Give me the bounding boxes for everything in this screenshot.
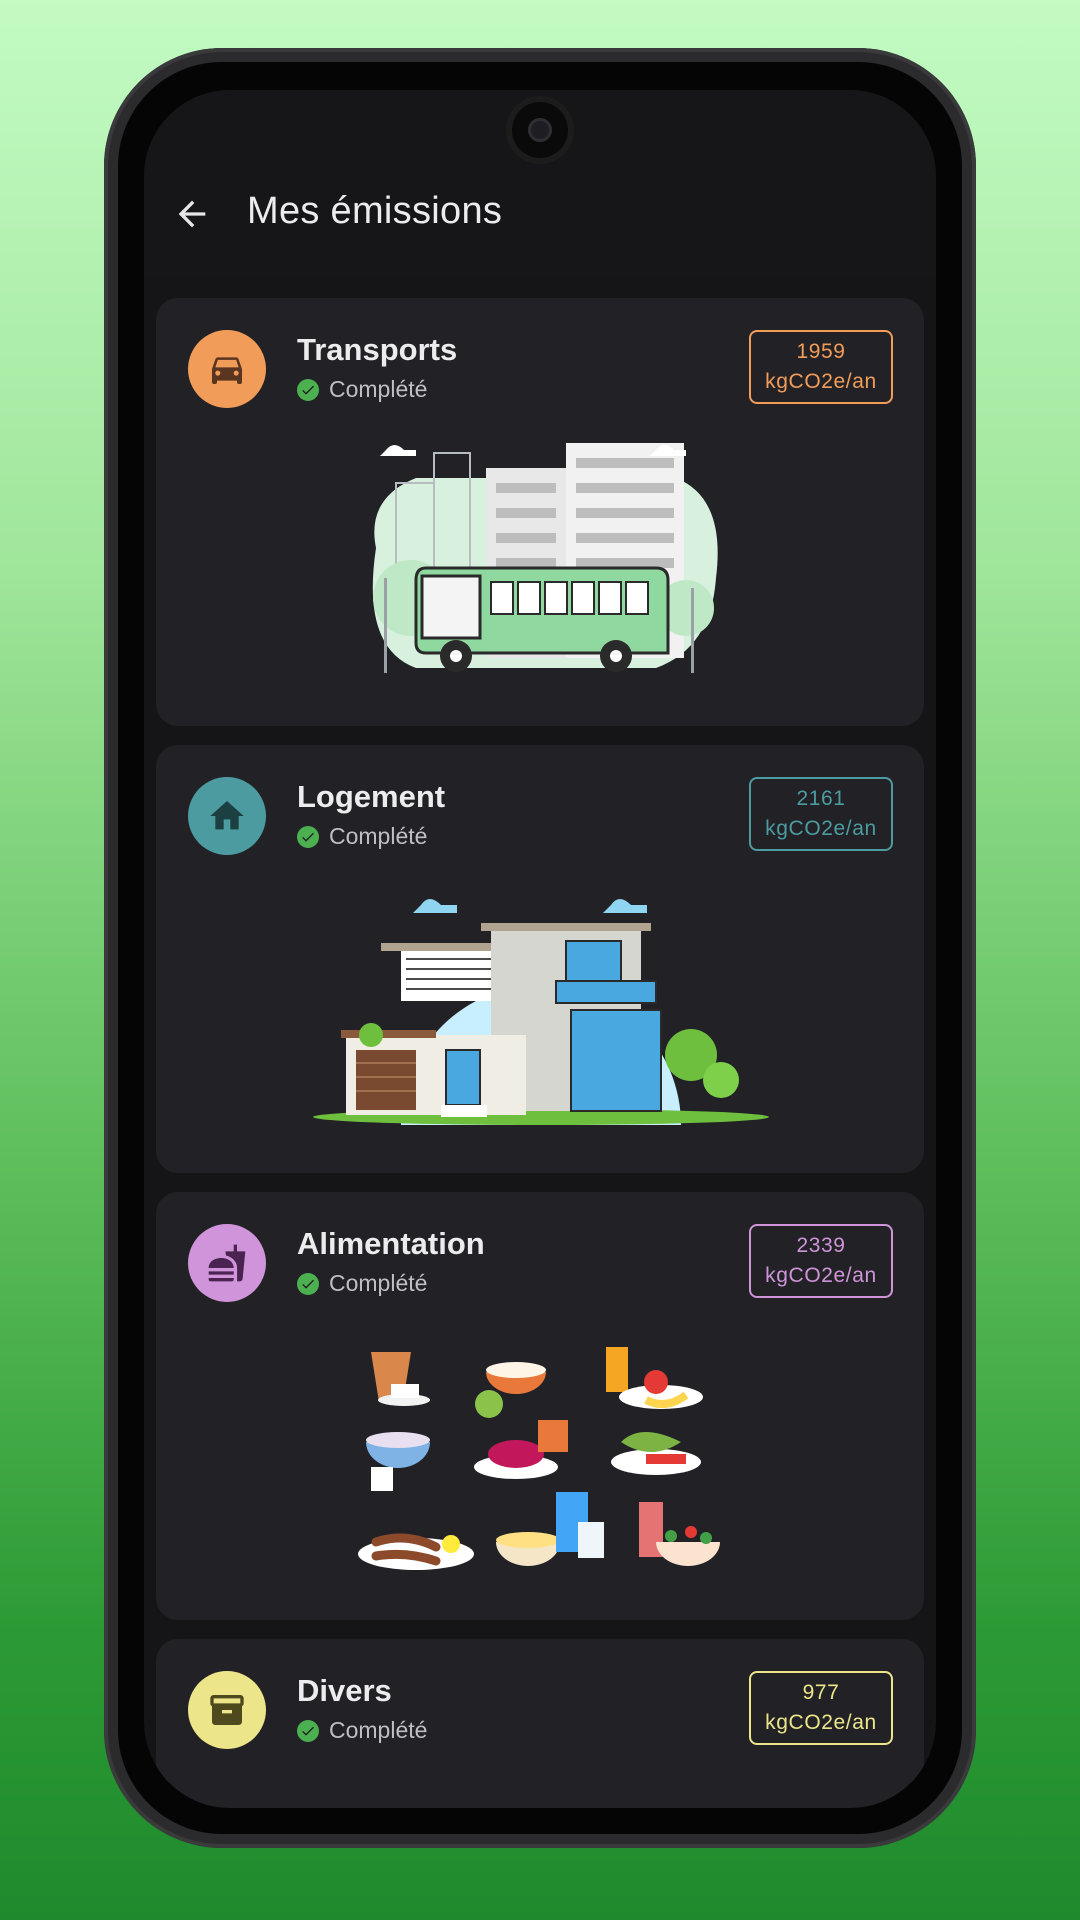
home-icon	[210, 801, 244, 830]
emission-value: 2339	[796, 1234, 846, 1257]
category-title: Alimentation	[297, 1226, 485, 1261]
category-icon-badge	[188, 777, 266, 855]
category-card-logement[interactable]: Logement Complété 2161 kgCO2e/an	[156, 745, 924, 1173]
category-title: Divers	[297, 1673, 392, 1708]
emission-unit: kgCO2e/an	[765, 1264, 877, 1287]
car-icon	[212, 357, 242, 384]
category-card-divers[interactable]: Divers Complété 977 kgCO2e/an	[156, 1639, 924, 1808]
food-illustration	[358, 1347, 720, 1570]
emission-value-badge: 977 kgCO2e/an	[749, 1671, 893, 1745]
page-title: Mes émissions	[247, 190, 503, 232]
status-label: Complété	[329, 823, 428, 849]
back-button[interactable]	[168, 194, 216, 242]
emission-value: 977	[802, 1681, 840, 1704]
status-label: Complété	[329, 1270, 428, 1296]
status-label: Complété	[329, 376, 428, 402]
status-label: Complété	[329, 1717, 428, 1743]
fastfood-icon	[208, 1244, 246, 1282]
category-icon-badge	[188, 330, 266, 408]
emission-unit: kgCO2e/an	[765, 1711, 877, 1734]
emission-value-badge: 1959 kgCO2e/an	[749, 330, 893, 404]
status-row: Complété	[297, 823, 427, 850]
arrow-back-icon	[178, 200, 206, 228]
check-circle-icon	[297, 378, 319, 401]
check-circle-icon	[297, 1272, 319, 1295]
category-title: Transports	[297, 332, 458, 367]
category-title: Logement	[297, 779, 446, 814]
emission-unit: kgCO2e/an	[765, 817, 877, 840]
category-card-transports[interactable]: Transports Complété 1959 kgCO2e/an	[156, 298, 924, 726]
category-icon-badge	[188, 1224, 266, 1302]
category-icon-badge	[188, 1671, 266, 1749]
emission-value-badge: 2161 kgCO2e/an	[749, 777, 893, 851]
category-card-alimentation[interactable]: Alimentation Complété 2339 kgCO2e/an	[156, 1192, 924, 1620]
status-row: Complété	[297, 1270, 427, 1297]
city-bus-illustration	[372, 443, 718, 673]
status-row: Complété	[297, 376, 427, 403]
emission-unit: kgCO2e/an	[765, 370, 877, 393]
emission-value: 2161	[796, 787, 846, 810]
box-icon	[210, 1695, 244, 1725]
check-circle-icon	[297, 1719, 319, 1742]
status-row: Complété	[297, 1717, 427, 1744]
check-circle-icon	[297, 825, 319, 848]
emission-value-badge: 2339 kgCO2e/an	[749, 1224, 893, 1298]
emission-value: 1959	[796, 340, 846, 363]
front-camera	[512, 102, 568, 158]
app-screen: Mes émissions Transports Complété 1959 k…	[144, 90, 936, 1808]
house-illustration	[313, 899, 769, 1125]
